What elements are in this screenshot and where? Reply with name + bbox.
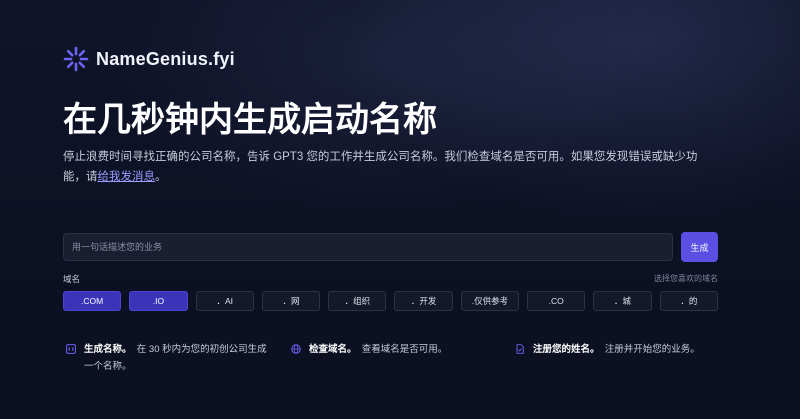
document-check-icon (516, 344, 524, 354)
feature-generate-name: 生成名称。 在 30 秒内为您的初创公司生成一个名称。 (66, 341, 271, 375)
domain-chip[interactable]: .COM (63, 291, 122, 311)
domain-chip[interactable]: ．组织 (328, 291, 387, 311)
domain-chip[interactable]: ．的 (659, 291, 718, 311)
generate-button[interactable]: 生成 (681, 232, 718, 262)
business-description-input[interactable] (63, 233, 673, 261)
domain-chip[interactable]: .CO (527, 291, 586, 311)
feature-text: 注册并开始您的业务。 (604, 344, 700, 355)
sparkle-burst-icon (63, 46, 89, 72)
domain-options: .COM .IO ．AI ．网 ．组织 ．开发 .仅供参考 .CO ．城 ．的 (63, 291, 718, 311)
brand[interactable]: NameGenius.fyi (63, 46, 235, 72)
globe-icon (291, 344, 301, 354)
feature-title: 检查域名。 (309, 344, 357, 355)
domain-chip[interactable]: .IO (129, 291, 188, 311)
domain-chip[interactable]: ．开发 (394, 291, 453, 311)
domain-label: 域名 (63, 274, 81, 284)
page-title: 在几秒钟内生成启动名称 (63, 101, 437, 139)
domain-hint: 选择您喜欢的域名 (654, 274, 718, 283)
brand-name: NameGenius.fyi (96, 48, 235, 69)
feature-list: 生成名称。 在 30 秒内为您的初创公司生成一个名称。 检查域名。 查看域名是否… (63, 341, 743, 381)
feature-text: 查看域名是否可用。 (361, 344, 448, 355)
feature-register-name: 注册您的姓名。 注册并开始您的业务。 (515, 341, 743, 358)
business-search-row: 生成 (63, 232, 718, 262)
feature-title: 生成名称。 (84, 344, 132, 355)
domain-chip[interactable]: ．AI (195, 291, 254, 311)
domain-chip[interactable]: ．网 (261, 291, 321, 311)
domain-chip[interactable]: ．城 (593, 291, 652, 311)
domain-header: 域名 选择您喜欢的域名 (63, 273, 718, 285)
feature-title: 注册您的姓名。 (533, 344, 600, 355)
page-description: 停止浪费时间寻找正确的公司名称，告诉 GPT3 您的工作并生成公司名称。我们检查… (63, 147, 718, 187)
code-bracket-icon (66, 344, 76, 354)
feature-check-domain: 检查域名。 查看域名是否可用。 (291, 341, 496, 358)
description-end: 。 (155, 171, 167, 183)
domain-chip[interactable]: .仅供参考 (460, 291, 520, 311)
contact-link[interactable]: 给我发消息 (98, 171, 156, 183)
